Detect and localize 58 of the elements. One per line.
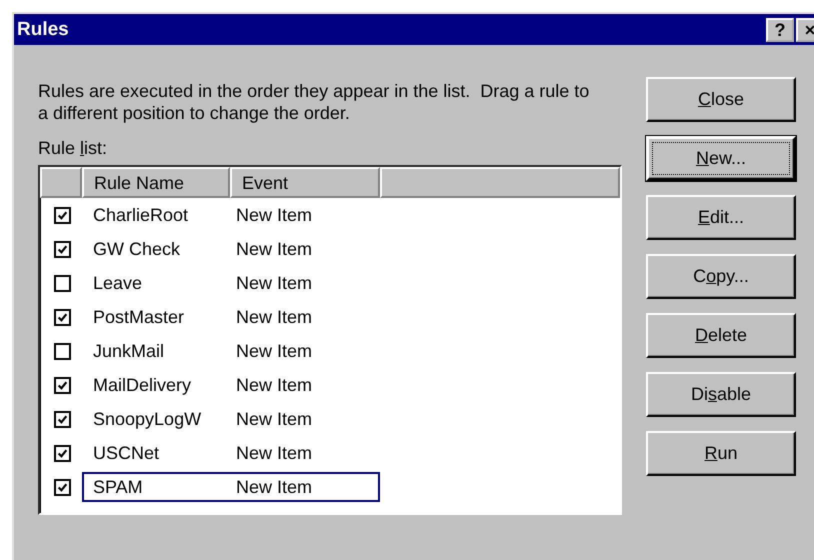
rule-row[interactable]: SPAM New Item	[82, 472, 380, 502]
rule-name: Leave	[92, 272, 144, 294]
checkbox[interactable]	[54, 410, 70, 428]
rule-list-label: Rule list:	[38, 138, 108, 159]
rule-name: MailDelivery	[92, 374, 192, 396]
rule-event: New Item	[235, 408, 312, 430]
checkmark-icon	[56, 448, 68, 458]
rule-event: New Item	[235, 204, 312, 226]
checkbox[interactable]	[54, 308, 70, 326]
rule-event: New Item	[235, 306, 312, 328]
checkbox[interactable]	[54, 274, 70, 292]
checkmark-icon	[56, 380, 68, 390]
dialog-button[interactable]: Delete	[646, 313, 796, 358]
rule-name: PostMaster	[92, 306, 186, 328]
rule-name: CharlieRoot	[92, 204, 190, 226]
rule-name: JunkMail	[92, 340, 166, 362]
rule-row[interactable]: CharlieRoot New Item	[82, 200, 380, 230]
rule-row[interactable]: JunkMail New Item	[82, 336, 380, 366]
checkmark-icon	[56, 312, 68, 322]
rule-row[interactable]: GW Check New Item	[82, 234, 380, 264]
rule-name: SnoopyLogW	[92, 408, 202, 430]
column-header[interactable]	[380, 167, 620, 198]
rule-row[interactable]: PostMaster New Item	[82, 302, 380, 332]
checkbox[interactable]	[54, 478, 70, 496]
checkbox[interactable]	[54, 342, 70, 360]
dialog-button[interactable]: Copy...	[646, 254, 796, 299]
checkbox[interactable]	[54, 240, 70, 258]
dialog-button[interactable]: Run	[646, 431, 796, 476]
column-header[interactable]: Event	[230, 167, 380, 198]
rule-row[interactable]: Leave New Item	[82, 268, 380, 298]
description-text: Rules are executed in the order they appear in the list. Drag a rule to a different position to change the order.	[38, 80, 590, 124]
rule-row[interactable]: MailDelivery New Item	[82, 370, 380, 400]
rule-event: New Item	[235, 442, 312, 464]
dialog-button[interactable]: New...	[646, 136, 796, 181]
dialog-button[interactable]: Disable	[646, 372, 796, 417]
column-header[interactable]	[40, 167, 82, 198]
rule-row[interactable]: USCNet New Item	[82, 438, 380, 468]
checkmark-icon	[56, 482, 68, 492]
window-title: Rules	[17, 18, 69, 40]
checkmark-icon	[56, 244, 68, 254]
rule-event: New Item	[235, 374, 312, 396]
rule-event: New Item	[235, 340, 312, 362]
checkbox[interactable]	[54, 376, 70, 394]
column-header[interactable]: Rule Name	[82, 167, 230, 198]
rule-name: GW Check	[92, 238, 182, 260]
checkbox[interactable]	[54, 206, 70, 224]
dialog-button[interactable]: Edit...	[646, 195, 796, 240]
dialog-button[interactable]: Close	[646, 77, 796, 122]
checkmark-icon	[56, 414, 68, 424]
rule-event: New Item	[235, 476, 312, 498]
rule-name: USCNet	[92, 442, 160, 464]
help-button[interactable]: ?	[766, 18, 794, 42]
checkbox[interactable]	[54, 444, 70, 462]
rule-event: New Item	[235, 272, 312, 294]
rule-name: SPAM	[92, 476, 144, 498]
rule-event: New Item	[235, 238, 312, 260]
rule-row[interactable]: SnoopyLogW New Item	[82, 404, 380, 434]
checkmark-icon	[56, 210, 68, 220]
